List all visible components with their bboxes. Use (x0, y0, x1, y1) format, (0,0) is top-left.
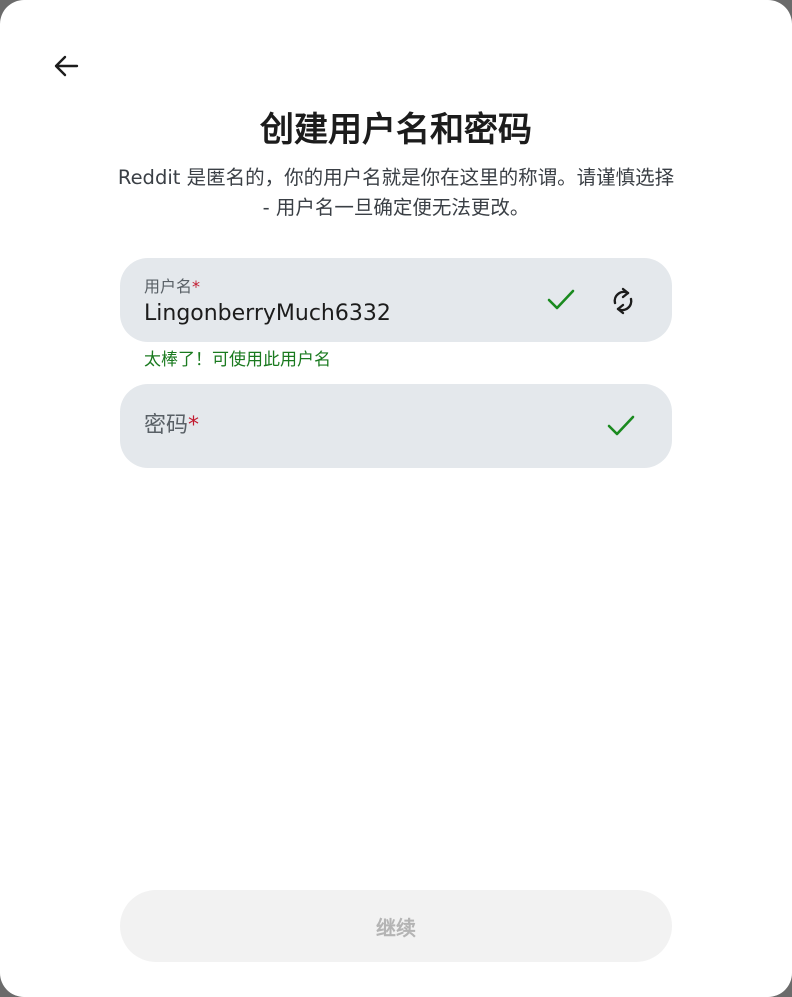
username-input[interactable]: LingonberryMuch6332 (144, 299, 391, 329)
back-button[interactable] (44, 44, 88, 88)
username-label-text: 用户名 (144, 277, 193, 296)
password-placeholder-text: 密码 (144, 413, 189, 438)
username-field[interactable]: 用户名* LingonberryMuch6332 (120, 258, 672, 342)
required-mark: * (192, 277, 201, 296)
checkmark-icon (604, 408, 638, 442)
refresh-icon (613, 287, 633, 315)
password-field[interactable]: 密码* (120, 384, 672, 468)
password-placeholder: 密码* (144, 411, 199, 441)
continue-button[interactable]: 继续 (120, 890, 672, 962)
arrow-left-icon (54, 55, 79, 77)
username-label: 用户名* (144, 277, 200, 297)
page-subtitle: Reddit 是匿名的，你的用户名就是你在这里的称谓。请谨慎选择 - 用户名一旦… (117, 166, 675, 219)
signup-modal: 创建用户名和密码 Reddit 是匿名的，你的用户名就是你在这里的称谓。请谨慎选… (0, 0, 792, 997)
required-mark: * (188, 413, 200, 438)
username-helper-text: 太棒了！可使用此用户名 (144, 350, 331, 370)
page-title: 创建用户名和密码 (260, 110, 532, 150)
refresh-username-button[interactable] (600, 278, 646, 324)
checkmark-icon (544, 282, 578, 316)
